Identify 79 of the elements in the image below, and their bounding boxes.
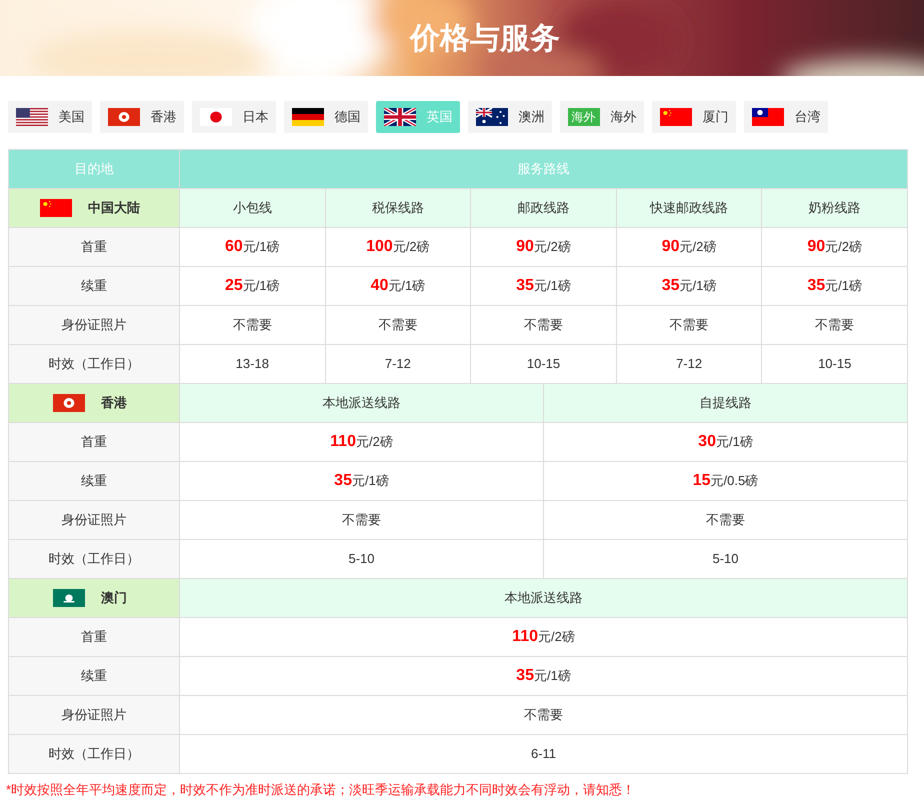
overseas-badge: 海外 <box>568 108 600 126</box>
row-label: 续重 <box>8 656 180 696</box>
table-cell: 13-18 <box>180 344 326 384</box>
column-header: 服务路线 <box>180 150 908 188</box>
table-cell: 6-11 <box>180 734 908 774</box>
route-header: 本地派送线路 <box>180 384 544 422</box>
price-cell: 35元/1磅 <box>616 266 762 306</box>
price-cell: 25元/1磅 <box>180 266 326 306</box>
country-tab[interactable]: 海外 海外 <box>560 101 644 133</box>
flag-icon <box>384 108 416 126</box>
flag-icon <box>108 108 140 126</box>
flag-icon <box>200 108 232 126</box>
region-name: 澳门 <box>101 589 127 608</box>
row-label: 时效（工作日） <box>8 540 180 578</box>
price-cell: 110元/2磅 <box>180 422 544 462</box>
flag-icon <box>53 394 85 412</box>
country-tab[interactable]: 美国 <box>8 101 92 133</box>
price-cell: 35元/1磅 <box>762 266 908 306</box>
price-cell: 90元/2磅 <box>616 228 762 266</box>
row-label: 身份证照片 <box>8 306 180 344</box>
country-tab[interactable]: 香港 <box>100 101 184 133</box>
table-cell: 7-12 <box>616 344 762 384</box>
region-name: 香港 <box>101 394 127 412</box>
route-header: 小包线 <box>180 188 326 228</box>
route-header: 本地派送线路 <box>180 578 908 618</box>
flag-icon <box>292 108 324 126</box>
row-label: 时效（工作日） <box>8 344 180 384</box>
flag-icon <box>40 199 72 217</box>
price-cell: 100元/2磅 <box>325 228 471 266</box>
route-header: 快速邮政线路 <box>616 188 762 228</box>
table-cell: 10-15 <box>762 344 908 384</box>
price-cell: 60元/1磅 <box>180 228 326 266</box>
column-header: 目的地 <box>8 150 180 188</box>
table-cell: 不需要 <box>543 500 908 540</box>
price-cell: 90元/2磅 <box>470 228 616 266</box>
table-cell: 不需要 <box>325 306 471 344</box>
table-cell: 不需要 <box>470 306 616 344</box>
flag-icon <box>53 589 85 607</box>
price-cell: 35元/1磅 <box>180 462 544 500</box>
table-cell: 5-10 <box>180 540 544 578</box>
flag-icon <box>660 108 692 126</box>
table-cell: 不需要 <box>180 306 326 344</box>
price-cell: 35元/1磅 <box>470 266 616 306</box>
row-label: 首重 <box>8 422 180 462</box>
table-cell: 不需要 <box>180 696 908 734</box>
row-label: 续重 <box>8 462 180 500</box>
table-cell: 5-10 <box>543 540 908 578</box>
banner-title: 价格与服务 <box>410 20 560 56</box>
price-cell: 15元/0.5磅 <box>543 462 908 500</box>
region-name: 中国大陆 <box>88 199 140 218</box>
table-cell: 不需要 <box>762 306 908 344</box>
table-cell: 10-15 <box>470 344 616 384</box>
country-tab[interactable]: 澳洲 <box>468 101 552 133</box>
route-header: 税保线路 <box>325 188 471 228</box>
flag-icon <box>476 108 508 126</box>
row-label: 续重 <box>8 266 180 306</box>
footnote: *时效按照全年平均速度而定，时效不作为准时派送的承诺；淡旺季运输承载能力不同时效会有浮动，请知悉！ <box>6 781 636 799</box>
row-label: 身份证照片 <box>8 500 180 540</box>
flag-icon <box>16 108 48 126</box>
price-cell: 35元/1磅 <box>180 656 908 696</box>
table-cell: 7-12 <box>325 344 471 384</box>
country-tab[interactable]: 日本 <box>192 101 276 133</box>
price-cell: 90元/2磅 <box>762 228 908 266</box>
flag-icon <box>752 108 784 126</box>
table-cell: 不需要 <box>616 306 762 344</box>
price-cell: 40元/1磅 <box>325 266 471 306</box>
table-cell: 不需要 <box>180 500 544 540</box>
price-cell: 110元/2磅 <box>180 618 908 656</box>
country-tab[interactable]: 厦门 <box>652 101 736 133</box>
route-header: 自提线路 <box>543 384 908 422</box>
row-label: 首重 <box>8 228 180 266</box>
route-header: 邮政线路 <box>470 188 616 228</box>
route-header: 奶粉线路 <box>762 188 908 228</box>
country-tab[interactable]: 德国 <box>284 101 368 133</box>
country-tab[interactable]: 台湾 <box>744 101 828 133</box>
row-label: 首重 <box>8 618 180 656</box>
price-cell: 30元/1磅 <box>543 422 908 462</box>
row-label: 身份证照片 <box>8 696 180 734</box>
row-label: 时效（工作日） <box>8 734 180 774</box>
